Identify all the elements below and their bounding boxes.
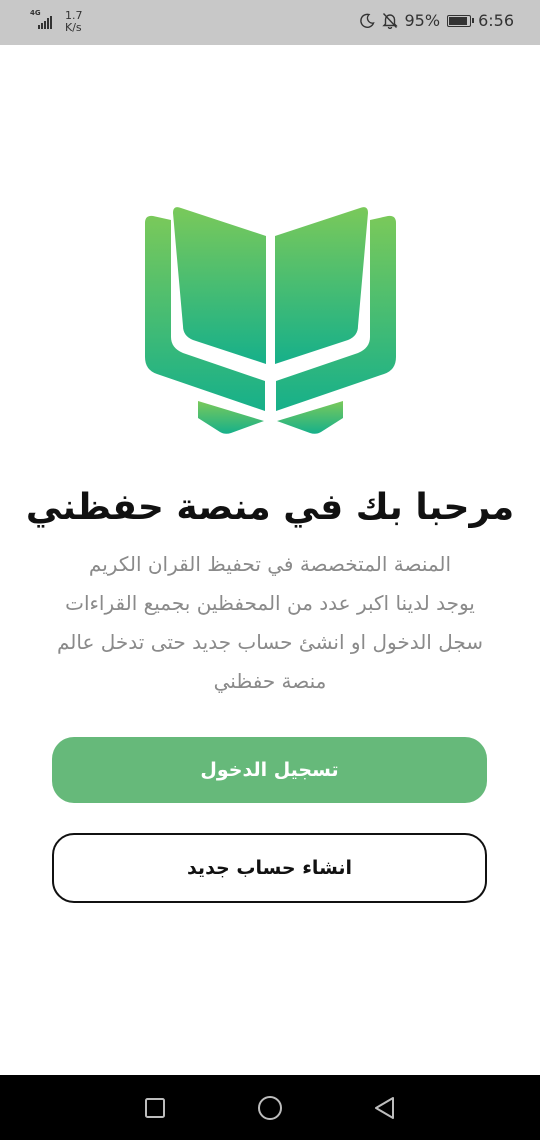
clock: 6:56	[478, 11, 514, 30]
welcome-title: مرحبا بك في منصة حفظني	[25, 487, 515, 528]
circle-home-icon[interactable]	[256, 1094, 284, 1122]
moon-icon	[359, 13, 375, 28]
square-recents-icon[interactable]	[141, 1094, 169, 1122]
bell-off-icon	[381, 13, 398, 29]
description-line: سجل الدخول او انشئ حساب جديد حتى تدخل عا…	[56, 630, 484, 654]
description-line: يوجد لدينا اكبر عدد من المحفظين بجميع ال…	[65, 591, 475, 615]
open-book-icon	[145, 207, 396, 434]
speed-unit: K/s	[65, 21, 82, 34]
status-left: 4G 1.7 K/s	[30, 10, 83, 34]
description-line: منصة حفظني	[213, 669, 327, 693]
login-button[interactable]: تسجيل الدخول	[52, 737, 487, 803]
network-speed: 1.7 K/s	[65, 10, 83, 34]
welcome-description: المنصة المتخصصة في تحفيظ القران الكريم ي…	[50, 545, 490, 701]
signal-icon: 4G	[30, 10, 56, 30]
navigation-bar	[0, 1075, 540, 1140]
description-line: المنصة المتخصصة في تحفيظ القران الكريم	[88, 552, 452, 576]
battery-icon	[447, 14, 475, 27]
create-account-button[interactable]: انشاء حساب جديد	[52, 833, 487, 903]
create-account-button-label: انشاء حساب جديد	[186, 857, 353, 879]
status-bar: 4G 1.7 K/s 95% 6:56	[0, 0, 540, 45]
battery-percent: 95%	[404, 11, 441, 30]
triangle-back-icon[interactable]	[371, 1094, 399, 1122]
status-right: 95% 6:56	[359, 11, 514, 30]
login-button-label: تسجيل الدخول	[200, 759, 339, 781]
